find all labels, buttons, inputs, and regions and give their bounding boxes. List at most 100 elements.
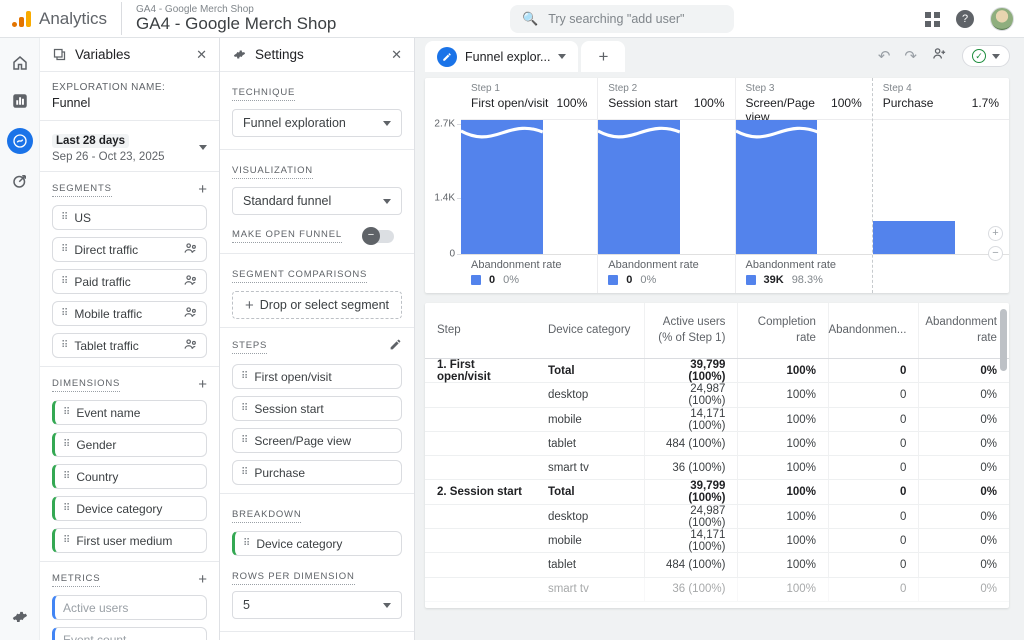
table-row[interactable]: mobile14,171 (100%)100%00% [425,408,1009,432]
step-chip[interactable]: ⠿First open/visit [232,364,402,389]
segment-chip-label: Paid traffic [74,275,177,289]
drag-handle-icon[interactable]: ⠿ [241,467,247,478]
rows-per-dimension-dropdown[interactable]: 5 [232,591,402,619]
table-cell: 24,987 (100%) [644,505,737,529]
share-add-person-icon[interactable] [931,46,948,66]
segment-chip-label: Tablet traffic [74,339,177,353]
table-cell: tablet [536,432,644,455]
segment-people-icon[interactable] [184,306,198,321]
table-row[interactable]: smart tv36 (100%)100%00% [425,578,1009,602]
step-number-label: Step 4 [883,83,999,94]
metric-chip[interactable]: Active users [52,595,207,620]
table-column-header[interactable]: Device category [548,323,630,339]
drag-handle-icon[interactable]: ⠿ [241,403,247,414]
zoom-in-button[interactable]: + [988,226,1003,241]
add-segment-button[interactable]: + [198,182,207,197]
segment-chip[interactable]: ⠿ Paid traffic [52,269,207,294]
table-column-header[interactable]: Abandonmentrate [925,315,997,346]
table-column-header[interactable]: Step [437,323,461,339]
nav-reports-icon[interactable] [9,90,31,112]
dimension-chip[interactable]: ⠿Country [52,464,207,489]
segment-chip[interactable]: ⠿Mobile traffic [52,301,207,326]
undo-icon[interactable]: ↶ [878,47,891,65]
nav-explore-icon-selected[interactable] [7,128,33,154]
segment-chip[interactable]: ⠿Direct traffic [52,237,207,262]
date-range-selector[interactable]: Last 28 days Sep 26 - Oct 23, 2025 [52,131,207,163]
drag-handle-icon[interactable]: ⠿ [63,535,69,546]
drag-handle-icon[interactable]: ⠿ [241,435,247,446]
table-column-header[interactable]: Completionrate [758,315,816,346]
drag-handle-icon[interactable]: ⠿ [243,538,249,549]
visualization-dropdown[interactable]: Standard funnel [232,187,402,215]
edit-steps-pencil-icon[interactable] [389,338,402,356]
drag-handle-icon[interactable]: ⠿ [241,371,247,382]
drag-handle-icon[interactable]: ⠿ [61,212,67,223]
saved-status-pill[interactable]: ✓ [962,45,1010,67]
drag-handle-icon[interactable]: ⠿ [63,503,69,514]
drag-handle-icon[interactable]: ⠿ [61,244,67,255]
chevron-down-icon [199,145,207,150]
funnel-bar[interactable] [598,120,680,254]
add-tab-button[interactable]: + [581,41,625,72]
nav-advertising-icon[interactable] [9,170,31,192]
exploration-name-value[interactable]: Funnel [52,96,207,110]
table-column-header[interactable]: Active users(% of Step 1) [658,315,725,346]
table-row[interactable]: tablet484 (100%)100%00% [425,432,1009,456]
table-column-header[interactable]: Abandonmen... [828,323,906,339]
funnel-bar[interactable] [461,120,543,254]
property-switcher[interactable]: GA4 - Google Merch Shop GA4 - Google Mer… [121,2,350,36]
zoom-out-button[interactable]: − [988,246,1003,261]
segment-people-icon[interactable] [184,242,198,257]
funnel-bar[interactable] [736,120,818,254]
open-funnel-toggle[interactable]: − [364,230,394,243]
drag-handle-icon[interactable]: ⠿ [63,471,69,482]
nav-admin-gear-icon[interactable] [0,608,39,626]
segment-chip[interactable]: ⠿US [52,205,207,230]
segment-chip[interactable]: ⠿ Tablet traffic [52,333,207,358]
analytics-brand[interactable]: Analytics [0,9,121,29]
nav-home-icon[interactable] [9,52,31,74]
tab-funnel-exploration[interactable]: Funnel explor... [425,41,578,72]
funnel-chart-card: 2.7K1.4K0 Step 1First open/visit100%Aban… [425,78,1009,293]
variables-close-icon[interactable]: ✕ [196,47,207,63]
table-scrollbar[interactable] [1000,309,1007,371]
table-row[interactable]: desktop24,987 (100%)100%00% [425,383,1009,407]
table-row[interactable]: mobile14,171 (100%)100%00% [425,529,1009,553]
table-cell: 100% [737,456,828,479]
dimension-chip[interactable]: ⠿Gender [52,432,207,457]
funnel-bar[interactable] [873,221,955,255]
drag-handle-icon[interactable]: ⠿ [61,340,67,351]
drag-handle-icon[interactable]: ⠿ [63,439,69,450]
drag-handle-icon[interactable]: ⠿ [63,407,69,418]
step-name: Session start [608,96,677,110]
dimension-chip[interactable]: ⠿First user medium [52,528,207,553]
technique-dropdown[interactable]: Funnel exploration [232,109,402,137]
step-chip[interactable]: ⠿Screen/Page view [232,428,402,453]
drag-handle-icon[interactable]: ⠿ [61,308,67,319]
apps-grid-icon[interactable] [925,12,940,27]
step-chip[interactable]: ⠿Session start [232,396,402,421]
metric-chip[interactable]: Event count [52,627,207,640]
segment-people-icon[interactable] [184,338,198,353]
avatar[interactable] [990,7,1014,31]
segment-drop-zone[interactable]: +Drop or select segment [232,291,402,319]
settings-close-icon[interactable]: ✕ [391,47,402,63]
table-row[interactable]: 1. First open/visitTotal39,799 (100%)100… [425,359,1009,383]
search-input[interactable]: 🔍 Try searching "add user" [510,5,734,33]
add-dimension-button[interactable]: + [198,377,207,392]
segment-people-icon[interactable] [184,274,198,289]
table-row[interactable]: 2. Session startTotal39,799 (100%)100%00… [425,480,1009,504]
redo-icon[interactable]: ↷ [904,47,917,65]
drag-handle-icon[interactable]: ⠿ [61,276,67,287]
table-row[interactable]: desktop24,987 (100%)100%00% [425,505,1009,529]
help-icon[interactable]: ? [956,10,974,28]
table-row[interactable]: smart tv36 (100%)100%00% [425,456,1009,480]
funnel-table-card: Step Device category Active users(% of Ste… [425,303,1009,608]
add-metric-button[interactable]: + [198,572,207,587]
breakdown-chip[interactable]: ⠿ Device category [232,531,402,556]
funnel-step-column: Step 1First open/visit100%Abandonment ra… [461,78,597,293]
table-row[interactable]: tablet484 (100%)100%00% [425,553,1009,577]
step-chip[interactable]: ⠿Purchase [232,460,402,485]
dimension-chip[interactable]: ⠿Event name [52,400,207,425]
dimension-chip[interactable]: ⠿Device category [52,496,207,521]
